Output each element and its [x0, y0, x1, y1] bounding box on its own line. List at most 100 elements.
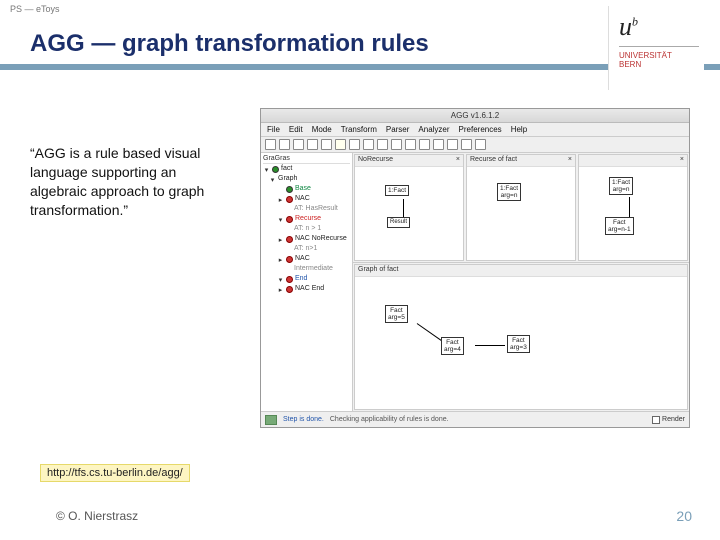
toolbar-icon[interactable] — [293, 139, 304, 150]
app-main: GraGras ▾fact▾GraphBase▸NACAT: HasResult… — [261, 153, 689, 411]
menu-analyzer[interactable]: Analyzer — [418, 125, 449, 134]
rhs-node-bot[interactable]: Fact arg=n-1 — [605, 217, 634, 235]
tree-item-label: NAC NoRecurse — [295, 234, 347, 244]
menubar: File Edit Mode Transform Parser Analyzer… — [261, 123, 689, 137]
disclosure-icon[interactable]: ▾ — [277, 216, 284, 223]
toolbar-icon[interactable] — [265, 139, 276, 150]
tree-item[interactable]: ▾fact — [263, 164, 350, 174]
toolbar-icon[interactable] — [349, 139, 360, 150]
toolbar-icon[interactable] — [461, 139, 472, 150]
graph-node-3[interactable]: Fact arg=3 — [507, 335, 530, 353]
tree-item[interactable]: ▸NAC — [263, 194, 350, 204]
status-chip-icon[interactable] — [265, 415, 277, 425]
disclosure-icon[interactable]: ▾ — [263, 166, 270, 173]
tree-item[interactable]: AT: n > 1 — [263, 224, 350, 234]
edge — [417, 323, 442, 341]
toolbar-icon[interactable] — [419, 139, 430, 150]
node-sub: arg=n-1 — [608, 226, 631, 233]
graph-header: Graph of fact — [358, 266, 398, 273]
toolbar-icon[interactable] — [391, 139, 402, 150]
toolbar-icon[interactable] — [335, 139, 346, 150]
checkbox-icon — [652, 416, 660, 424]
tree-item-label: Recurse — [295, 214, 321, 224]
toolbar-icon[interactable] — [447, 139, 458, 150]
tree-item-label: Intermediate — [294, 264, 333, 274]
disclosure-icon[interactable] — [285, 206, 292, 213]
disclosure-icon[interactable] — [285, 266, 292, 273]
disclosure-icon[interactable] — [285, 246, 292, 253]
source-url[interactable]: http://tfs.cs.tu-berlin.de/agg/ — [40, 464, 190, 482]
node-label: Fact — [608, 219, 631, 226]
disclosure-icon[interactable]: ▸ — [277, 236, 284, 243]
status-dot-icon — [272, 166, 279, 173]
lhs-node[interactable]: 1:Fact arg=n — [497, 183, 521, 201]
slide-body: “AGG is a rule based visual language sup… — [0, 88, 720, 484]
menu-mode[interactable]: Mode — [312, 125, 332, 134]
toolbar-icon[interactable] — [475, 139, 486, 150]
disclosure-icon[interactable]: ▾ — [277, 276, 284, 283]
node-sub: arg=n — [500, 192, 518, 199]
toolbar-icon[interactable] — [405, 139, 416, 150]
disclosure-icon[interactable] — [277, 186, 284, 193]
node-sub: arg=5 — [388, 314, 405, 321]
menu-preferences[interactable]: Preferences — [459, 125, 502, 134]
tree-item[interactable]: ▸NAC End — [263, 284, 350, 294]
logo-letter: u — [619, 12, 632, 41]
disclosure-icon[interactable] — [285, 226, 292, 233]
tree-item[interactable]: ▾Graph — [263, 174, 350, 184]
tree-item[interactable]: ▸NAC — [263, 254, 350, 264]
window-titlebar: AGG v1.6.1.2 — [261, 109, 689, 123]
status-dot-icon — [286, 186, 293, 193]
edge — [629, 197, 630, 217]
menu-transform[interactable]: Transform — [341, 125, 377, 134]
tree-item[interactable]: AT: n>1 — [263, 244, 350, 254]
tree-item-label: Base — [295, 184, 311, 194]
disclosure-icon[interactable]: ▾ — [269, 176, 276, 183]
graph-node-1[interactable]: Fact arg=5 — [385, 305, 408, 323]
close-icon[interactable]: × — [680, 156, 684, 165]
tree-item-label: End — [295, 274, 307, 284]
disclosure-icon[interactable]: ▸ — [277, 256, 284, 263]
tree-item[interactable]: Base — [263, 184, 350, 194]
status-dot-icon — [286, 276, 293, 283]
description-quote: “AGG is a rule based visual language sup… — [30, 144, 230, 220]
lhs-pane: Recurse of fact× 1:Fact arg=n — [466, 154, 576, 261]
footer: © O. Nierstrasz 20 — [0, 500, 720, 540]
tree-item[interactable]: AT: HasResult — [263, 204, 350, 214]
status-dot-icon — [286, 216, 293, 223]
menu-edit[interactable]: Edit — [289, 125, 303, 134]
logo-divider — [619, 46, 699, 47]
node-label: Fact — [388, 307, 405, 314]
tree-item-label: AT: HasResult — [294, 204, 338, 214]
tree-item[interactable]: ▾ End — [263, 274, 350, 284]
tree-item[interactable]: ▾ Recurse — [263, 214, 350, 224]
toolbar-icon[interactable] — [321, 139, 332, 150]
tree-item-label: Graph — [278, 174, 297, 184]
disclosure-icon[interactable]: ▸ — [277, 196, 284, 203]
nac-child[interactable]: Result — [387, 217, 410, 228]
graph-node-2[interactable]: Fact arg=4 — [441, 337, 464, 355]
tree-item[interactable]: ▸ NAC NoRecurse — [263, 234, 350, 244]
status-dot-icon — [286, 196, 293, 203]
toolbar-icon[interactable] — [279, 139, 290, 150]
graph-row: Graph of fact Fact arg=5 Fact arg=4 — [353, 263, 689, 411]
tree-item[interactable]: Intermediate — [263, 264, 350, 274]
rhs-node-top[interactable]: 1:Fact arg=n — [609, 177, 633, 195]
render-checkbox[interactable]: Render — [652, 416, 685, 424]
menu-parser[interactable]: Parser — [386, 125, 410, 134]
status-dot-icon — [286, 236, 293, 243]
close-icon[interactable]: × — [568, 156, 572, 165]
nac-node[interactable]: 1:Fact — [385, 185, 409, 196]
close-icon[interactable]: × — [456, 156, 460, 165]
toolbar-icon[interactable] — [433, 139, 444, 150]
logo-sup: b — [632, 14, 638, 28]
status-dot-icon — [286, 256, 293, 263]
menu-file[interactable]: File — [267, 125, 280, 134]
menu-help[interactable]: Help — [511, 125, 527, 134]
nac-pane: NoRecurse× 1:Fact Result — [354, 154, 464, 261]
copyright: © O. Nierstrasz — [56, 509, 138, 523]
toolbar-icon[interactable] — [307, 139, 318, 150]
disclosure-icon[interactable]: ▸ — [277, 286, 284, 293]
toolbar-icon[interactable] — [377, 139, 388, 150]
toolbar-icon[interactable] — [363, 139, 374, 150]
